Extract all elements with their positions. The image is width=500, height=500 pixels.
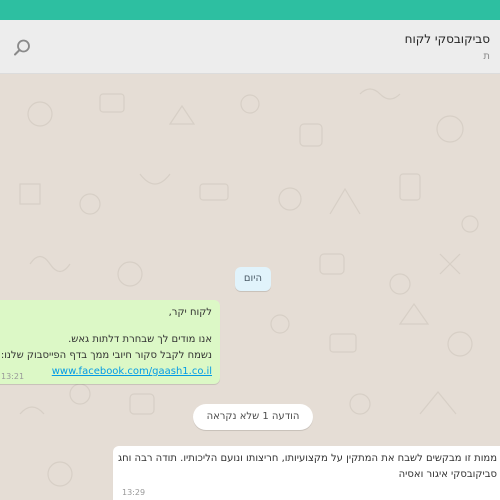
message-timestamp: 13:21 bbox=[1, 372, 25, 381]
message-timestamp: 13:29 bbox=[122, 488, 146, 497]
search-button[interactable] bbox=[12, 38, 32, 58]
top-accent-bar bbox=[0, 0, 500, 20]
search-icon bbox=[14, 39, 30, 56]
date-separator: היום bbox=[235, 267, 271, 291]
chat-header[interactable]: סביקובסקי לקוח ת bbox=[0, 20, 500, 74]
contact-name[interactable]: סביקובסקי לקוח bbox=[405, 32, 490, 46]
message-line: לקוח יקר, bbox=[168, 307, 212, 318]
incoming-message-bubble[interactable]: ממות זו מבקשים לשבח את המתקין על מקצועיו… bbox=[113, 446, 500, 500]
message-line: סביקובסקי איגור ואסיה bbox=[398, 469, 497, 480]
unread-messages-notice: הודעה 1 שלא נקראה bbox=[193, 404, 313, 430]
facebook-link[interactable]: www.facebook.com/gaash1.co.il bbox=[52, 366, 212, 377]
chat-window: סביקובסקי לקוח ת היום לקוח יקר, אנו מודי… bbox=[0, 0, 500, 500]
message-line: ממות זו מבקשים לשבח את המתקין על מקצועיו… bbox=[117, 453, 497, 464]
message-line: נשמח לקבל סקור חיובי ממך בדף הפייסבוק של… bbox=[0, 350, 212, 361]
contact-status: ת bbox=[483, 51, 490, 62]
message-area[interactable]: היום לקוח יקר, אנו מודים לך שבחרת דלתות … bbox=[0, 74, 500, 500]
outgoing-message-bubble[interactable]: לקוח יקר, אנו מודים לך שבחרת דלתות גאש. … bbox=[0, 300, 220, 384]
message-line: אנו מודים לך שבחרת דלתות גאש. bbox=[68, 334, 212, 345]
